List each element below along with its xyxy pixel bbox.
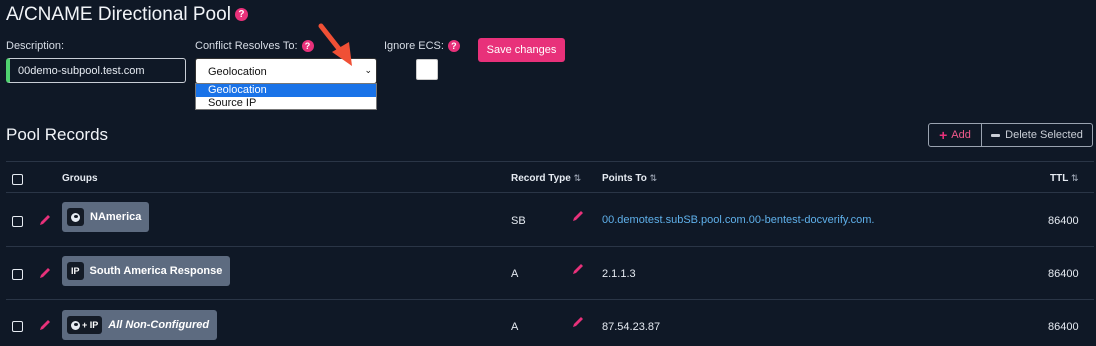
ttl-value: 86400 [1048,268,1079,280]
add-label: Add [951,129,971,141]
sort-icon: ⇅ [1070,173,1079,183]
delete-selected-button[interactable]: Delete Selected [982,124,1092,146]
page-title: A/CNAME Directional Pool? [6,4,248,26]
edit-pencil-icon[interactable] [571,209,585,223]
edit-pencil-icon[interactable] [571,315,585,329]
pool-records-title: Pool Records [6,125,109,144]
header-ttl[interactable]: TTL ⇅ [1050,173,1078,184]
header-record-type[interactable]: Record Type ⇅ [511,173,581,184]
select-value: Geolocation [208,66,267,78]
group-badge[interactable]: + IP All Non-Configured [62,310,218,340]
row-checkbox[interactable] [12,216,23,227]
record-type: SB [511,215,526,227]
help-icon[interactable]: ? [301,40,314,53]
globe-group-icon [67,208,84,226]
ttl-value: 86400 [1048,215,1079,227]
points-to-value: 87.54.23.87 [602,321,661,333]
edit-pencil-icon[interactable] [38,213,52,227]
group-name: South America Response [89,265,223,277]
add-record-button[interactable]: + Add [929,124,982,146]
description-label: Description: [6,40,65,52]
delete-label: Delete Selected [1005,129,1083,141]
sort-icon: ⇅ [649,173,658,183]
divider [6,246,1094,247]
group-name: All Non-Configured [108,319,210,331]
record-type: A [511,268,519,280]
help-icon[interactable]: ? [234,8,248,22]
conflict-resolves-label: Conflict Resolves To:? [195,40,314,53]
row-checkbox[interactable] [12,269,23,280]
conflict-resolves-dropdown: Geolocation Source IP [195,83,377,110]
option-geolocation[interactable]: Geolocation [196,84,376,97]
header-points-to[interactable]: Points To ⇅ [602,173,657,184]
row-checkbox[interactable] [12,321,23,332]
ttl-value: 86400 [1048,321,1079,333]
minus-icon [991,133,1001,137]
points-to-value: 2.1.1.3 [602,268,636,280]
description-input[interactable] [6,58,186,83]
divider [6,299,1094,300]
help-icon[interactable]: ? [447,40,460,53]
ignore-ecs-label: Ignore ECS:? [384,40,460,53]
group-badge[interactable]: NAmerica [62,202,150,232]
ip-group-icon: IP [67,262,84,280]
select-all-checkbox[interactable] [12,174,23,185]
record-type: A [511,321,519,333]
globe-ip-group-icon: + IP [67,316,103,334]
edit-pencil-icon[interactable] [571,262,585,276]
sort-icon: ⇅ [573,173,582,183]
option-source-ip[interactable]: Source IP [196,97,376,110]
edit-pencil-icon[interactable] [38,318,52,332]
ip-text: + IP [82,320,99,330]
plus-icon: + [939,127,948,143]
points-to-link[interactable]: 00.demotest.subSB.pool.com.00-bentest-do… [602,214,875,226]
annotation-arrow-icon [318,23,352,66]
edit-pencil-icon[interactable] [38,266,52,280]
header-groups: Groups [62,173,98,184]
ignore-ecs-checkbox[interactable] [416,59,438,80]
group-badge[interactable]: IP South America Response [62,256,231,286]
divider [6,192,1094,193]
chevron-down-icon: ⌄ [364,65,372,75]
globe-icon [71,212,80,222]
group-name: NAmerica [90,211,142,223]
globe-icon [71,320,80,330]
divider [6,161,1094,162]
save-changes-button[interactable]: Save changes [478,38,565,62]
records-action-group: + Add Delete Selected [928,123,1093,147]
